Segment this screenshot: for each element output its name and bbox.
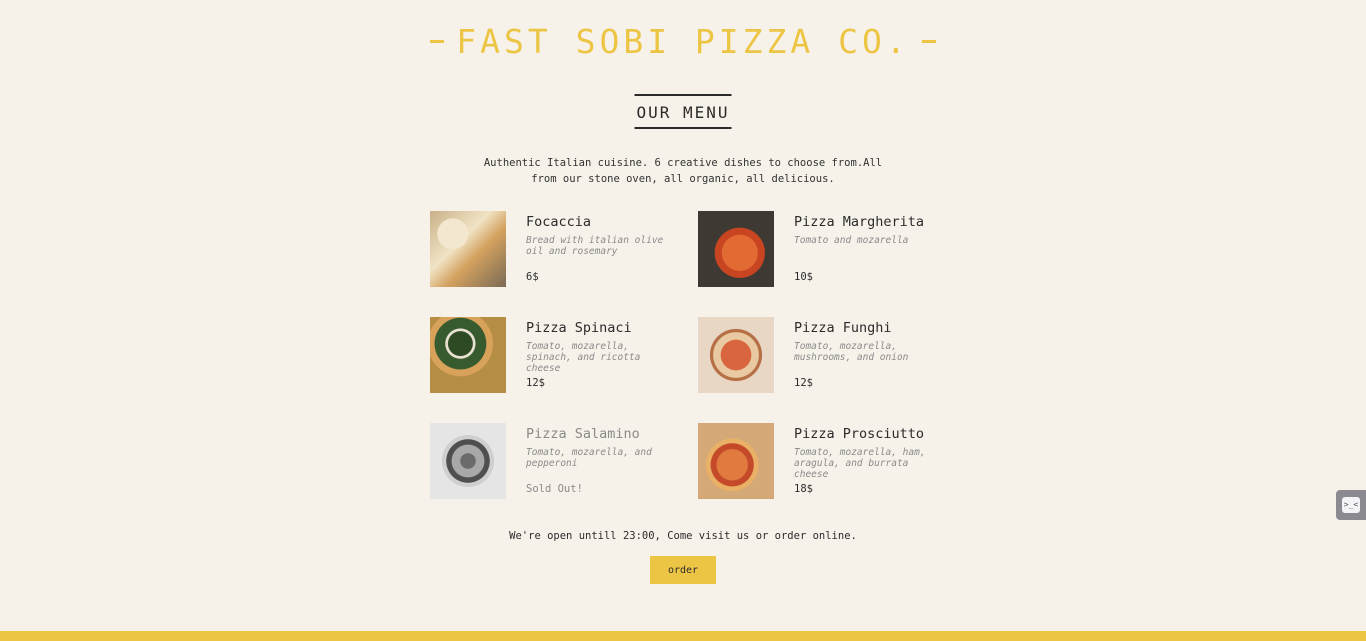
menu-item-desc: Tomato, mozarella, and pepperoni bbox=[526, 447, 652, 469]
menu-item-desc: Tomato and mozarella bbox=[794, 235, 909, 246]
menu-item-price: 12$ bbox=[526, 377, 545, 389]
menu-item-name: Pizza Spinaci bbox=[526, 320, 632, 336]
widget-face-icon: >_< bbox=[1342, 497, 1360, 513]
brand-dash-left bbox=[430, 40, 445, 43]
menu-item-info: Pizza Funghi Tomato, mozarella, mushroom… bbox=[794, 317, 936, 393]
menu-item-name: Pizza Margherita bbox=[794, 214, 925, 230]
menu-item-name: Focaccia bbox=[526, 214, 592, 230]
menu-item-focaccia: Focaccia Bread with italian olive oil an… bbox=[430, 211, 698, 287]
menu-item-desc: Bread with italian olive oil and rosemar… bbox=[526, 235, 664, 257]
menu-item-salamino: Pizza Salamino Tomato, mozarella, and pe… bbox=[430, 423, 698, 499]
footer-bar bbox=[0, 631, 1366, 641]
menu-item-spinaci: Pizza Spinaci Tomato, mozarella, spinach… bbox=[430, 317, 698, 393]
menu-item-margherita: Pizza Margherita Tomato and mozarella 10… bbox=[698, 211, 936, 287]
order-button[interactable]: order bbox=[650, 556, 716, 584]
menu-heading: OUR MENU bbox=[634, 94, 732, 129]
menu-item-info: Pizza Prosciutto Tomato, mozarella, ham,… bbox=[794, 423, 936, 499]
menu-item-name: Pizza Funghi bbox=[794, 320, 892, 336]
menu-item-info: Pizza Spinaci Tomato, mozarella, spinach… bbox=[526, 317, 674, 393]
margherita-image bbox=[698, 211, 774, 287]
menu-grid: Focaccia Bread with italian olive oil an… bbox=[430, 211, 936, 499]
menu-item-price: 6$ bbox=[526, 271, 539, 283]
menu-item-prosciutto: Pizza Prosciutto Tomato, mozarella, ham,… bbox=[698, 423, 936, 499]
menu-item-info: Pizza Margherita Tomato and mozarella 10… bbox=[794, 211, 936, 287]
brand-title: FAST SOBI PIZZA CO. bbox=[456, 22, 910, 61]
menu-item-price: 18$ bbox=[794, 483, 813, 495]
menu-item-info: Pizza Salamino Tomato, mozarella, and pe… bbox=[526, 423, 674, 499]
brand-dash-right bbox=[921, 40, 936, 43]
prosciutto-image bbox=[698, 423, 774, 499]
menu-item-price: 12$ bbox=[794, 377, 813, 389]
sold-out-label: Sold Out! bbox=[526, 483, 583, 495]
menu-item-desc: Tomato, mozarella, ham, aragula, and bur… bbox=[794, 447, 926, 480]
menu-item-desc: Tomato, mozarella, mushrooms, and onion bbox=[794, 341, 909, 363]
menu-item-price: 10$ bbox=[794, 271, 813, 283]
funghi-image bbox=[698, 317, 774, 393]
opening-hours-text: We're open untill 23:00, Come visit us o… bbox=[509, 530, 857, 542]
menu-item-desc: Tomato, mozarella, spinach, and ricotta … bbox=[526, 341, 641, 374]
spinaci-image bbox=[430, 317, 506, 393]
side-widget-button[interactable]: >_< bbox=[1336, 490, 1366, 520]
menu-item-funghi: Pizza Funghi Tomato, mozarella, mushroom… bbox=[698, 317, 936, 393]
menu-item-name: Pizza Prosciutto bbox=[794, 426, 925, 442]
menu-item-info: Focaccia Bread with italian olive oil an… bbox=[526, 211, 674, 287]
menu-intro: Authentic Italian cuisine. 6 creative di… bbox=[483, 157, 883, 185]
salamino-image bbox=[430, 423, 506, 499]
menu-item-name: Pizza Salamino bbox=[526, 426, 640, 442]
brand-header: FAST SOBI PIZZA CO. bbox=[430, 22, 936, 61]
focaccia-image bbox=[430, 211, 506, 287]
